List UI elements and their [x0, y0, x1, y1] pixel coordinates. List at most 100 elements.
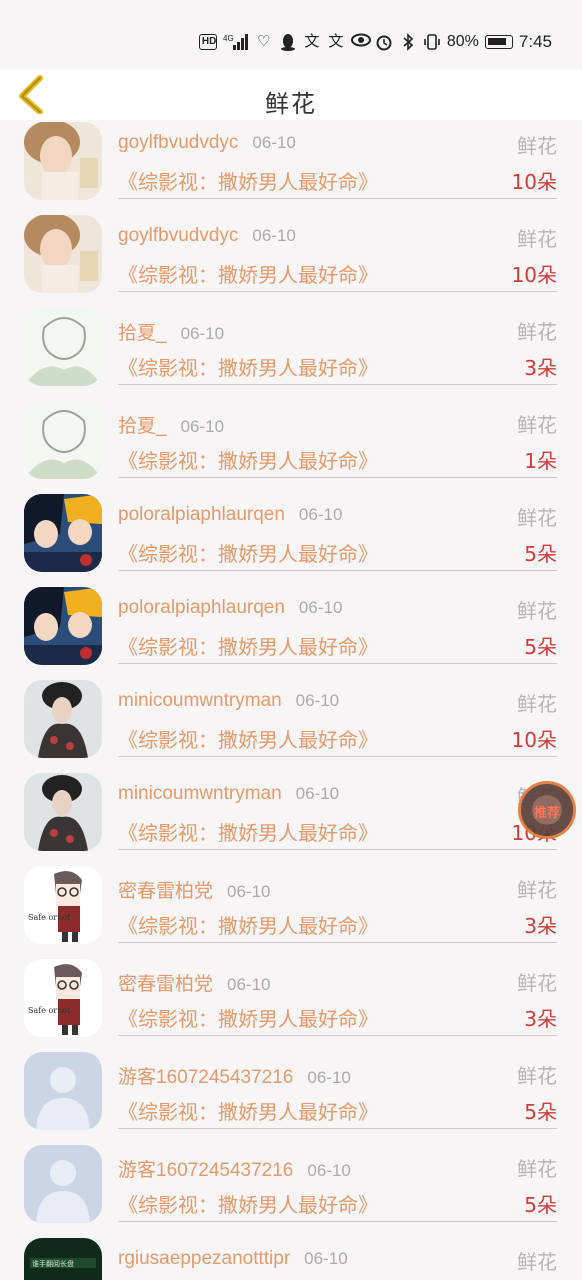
gift-amount: 3朵 [524, 914, 557, 938]
user-name[interactable]: 密春雷柏党 06-10 [118, 876, 271, 903]
signal-icon: 4G [223, 33, 249, 51]
date: 06-10 [295, 784, 340, 803]
avatar[interactable] [24, 1145, 102, 1223]
user-name[interactable]: 游客1607245437216 06-10 [118, 1062, 351, 1089]
gift-type: 鲜花 [517, 506, 557, 530]
avatar[interactable] [24, 680, 102, 758]
book-title[interactable]: 《综影视：撒娇男人最好命》 [118, 166, 378, 195]
list-item[interactable]: minicoumwntryman06-10《综影视：撒娇男人最好命》鲜花10朵 [0, 678, 582, 771]
date: 06-10 [252, 133, 296, 152]
divider [118, 198, 557, 199]
list-item[interactable]: 游客1607245437216 06-10 《综影视：撒娇男人最好命》 鲜花 5朵 [0, 1050, 582, 1143]
svg-text:Safe ornot: Safe ornot [28, 1006, 71, 1015]
gift-type: 鲜花 [517, 878, 557, 902]
list-item[interactable]: Safe ornot 密春雷柏党 06-10 《综影视：撒娇男人最好命》 鲜花 3朵 [0, 864, 582, 957]
list-item[interactable]: poloralpiaphlaurqen 06-10 《综影视：撒娇男人最好命》 鲜花 5… [0, 492, 582, 585]
avatar[interactable] [24, 587, 102, 665]
list-item[interactable]: 谁手翻阅长盘rgiusaeppezanotttipr06-10《综影视：撒娇男人… [0, 1236, 582, 1280]
book-title[interactable]: 《综影视：撒娇男人最好命》 [118, 259, 378, 288]
app-icon-2: 文 [328, 33, 344, 50]
app-icon-1: 文 [304, 33, 320, 50]
gift-type: 鲜花 [517, 692, 557, 716]
divider [118, 663, 557, 664]
avatar[interactable]: 谁手翻阅长盘 [24, 1238, 102, 1280]
date: 06-10 [295, 691, 340, 710]
book-title[interactable]: 《综影视：撒娇男人最好命》 [118, 538, 378, 567]
avatar[interactable] [24, 773, 102, 851]
date: 06-10 [307, 1068, 351, 1087]
gift-type: 鲜花 [517, 413, 557, 437]
book-title[interactable]: 《综影视：撒娇男人最好命》 [118, 445, 378, 474]
book-title[interactable]: 《综影视：撒娇男人最好命》 [118, 910, 378, 939]
avatar[interactable] [24, 1052, 102, 1130]
flower-record-list: goylfbvudvdyc 06-10 《综影视：撒娇男人最好命》 鲜花 10朵 goyl… [0, 120, 582, 1280]
list-item[interactable]: Safe ornot 密春雷柏党 06-10 《综影视：撒娇男人最好命》 鲜花 3朵 [0, 957, 582, 1050]
book-title[interactable]: 《综影视：撒娇男人最好命》 [118, 1096, 378, 1125]
bluetooth-icon [399, 33, 417, 51]
gift-type: 鲜花 [517, 1250, 557, 1274]
user-name[interactable]: 密春雷柏党 06-10 [118, 969, 271, 996]
book-title[interactable]: 《综影视：撒娇男人最好命》 [118, 724, 378, 753]
date: 06-10 [227, 975, 271, 994]
alarm-icon [375, 33, 393, 51]
gift-amount: 3朵 [524, 1007, 557, 1031]
user-name[interactable]: minicoumwntryman 06-10 [118, 690, 339, 712]
divider [118, 942, 557, 943]
avatar[interactable] [24, 308, 102, 386]
book-title[interactable]: 《综影视：撒娇男人最好命》 [118, 1189, 378, 1218]
date: 06-10 [298, 505, 343, 524]
gift-amount: 10朵 [511, 263, 557, 287]
nav-header: 鲜花 [0, 70, 582, 120]
floating-action-button[interactable]: 推荐 [518, 781, 576, 839]
status-bar: HD 4G ♡ 文 文 80% 7:45 [0, 0, 582, 70]
list-item[interactable]: minicoumwntryman06-10《综影视：撒娇男人最好命》鲜花10朵 [0, 771, 582, 864]
user-name[interactable]: goylfbvudvdyc 06-10 [118, 132, 296, 154]
vibrate-icon [423, 33, 441, 51]
list-item[interactable]: goylfbvudvdyc 06-10 《综影视：撒娇男人最好命》 鲜花 10朵 [0, 120, 582, 213]
date: 06-10 [304, 1249, 348, 1268]
list-item[interactable]: goylfbvudvdyc 06-10 《综影视：撒娇男人最好命》 鲜花 10朵 [0, 213, 582, 306]
gift-type: 鲜花 [517, 227, 557, 251]
user-name[interactable]: goylfbvudvdyc 06-10 [118, 225, 296, 247]
avatar[interactable] [24, 494, 102, 572]
list-item[interactable]: 拾夏_ 06-10 《综影视：撒娇男人最好命》 鲜花 3朵 [0, 306, 582, 399]
book-title[interactable]: 《综影视：撒娇男人最好命》 [118, 352, 378, 381]
book-title[interactable]: 《综影视：撒娇男人最好命》 [118, 631, 378, 660]
gift-type: 鲜花 [517, 320, 557, 344]
user-name[interactable]: minicoumwntryman 06-10 [118, 783, 339, 805]
battery-percent: 80% [446, 33, 479, 50]
gift-amount: 1朵 [524, 449, 557, 473]
avatar[interactable] [24, 401, 102, 479]
user-name[interactable]: poloralpiaphlaurqen 06-10 [118, 504, 342, 526]
page-title: 鲜花 [265, 90, 317, 118]
avatar[interactable] [24, 122, 102, 200]
list-item[interactable]: 拾夏_ 06-10 《综影视：撒娇男人最好命》 鲜花 1朵 [0, 399, 582, 492]
user-name[interactable]: 拾夏_ 06-10 [118, 318, 224, 345]
avatar[interactable]: Safe ornot [24, 866, 102, 944]
divider [118, 756, 557, 757]
avatar[interactable] [24, 215, 102, 293]
user-name[interactable]: 游客1607245437216 06-10 [118, 1155, 351, 1182]
date: 06-10 [180, 324, 225, 343]
svg-text:谁手翻阅长盘: 谁手翻阅长盘 [32, 1259, 74, 1268]
list-item[interactable]: poloralpiaphlaurqen 06-10 《综影视：撒娇男人最好命》 鲜花 5… [0, 585, 582, 678]
user-name[interactable]: poloralpiaphlaurqen 06-10 [118, 597, 342, 619]
svg-text:Safe ornot: Safe ornot [28, 913, 71, 922]
gift-amount: 5朵 [524, 635, 557, 659]
divider [118, 570, 557, 571]
list-item[interactable]: 游客1607245437216 06-10 《综影视：撒娇男人最好命》 鲜花 5朵 [0, 1143, 582, 1236]
divider [118, 477, 557, 478]
gift-type: 鲜花 [517, 599, 557, 623]
date: 06-10 [252, 226, 296, 245]
shield-heart-icon: ♡ [257, 33, 271, 50]
date: 06-10 [307, 1161, 351, 1180]
gift-type: 鲜花 [517, 971, 557, 995]
date: 06-10 [180, 417, 225, 436]
avatar[interactable]: Safe ornot [24, 959, 102, 1037]
user-name[interactable]: 拾夏_ 06-10 [118, 411, 224, 438]
book-title[interactable]: 《综影视：撒娇男人最好命》 [118, 817, 378, 846]
gift-amount: 5朵 [524, 542, 557, 566]
gift-amount: 5朵 [524, 1193, 557, 1217]
user-name[interactable]: rgiusaeppezanotttipr 06-10 [118, 1248, 348, 1270]
book-title[interactable]: 《综影视：撒娇男人最好命》 [118, 1003, 378, 1032]
